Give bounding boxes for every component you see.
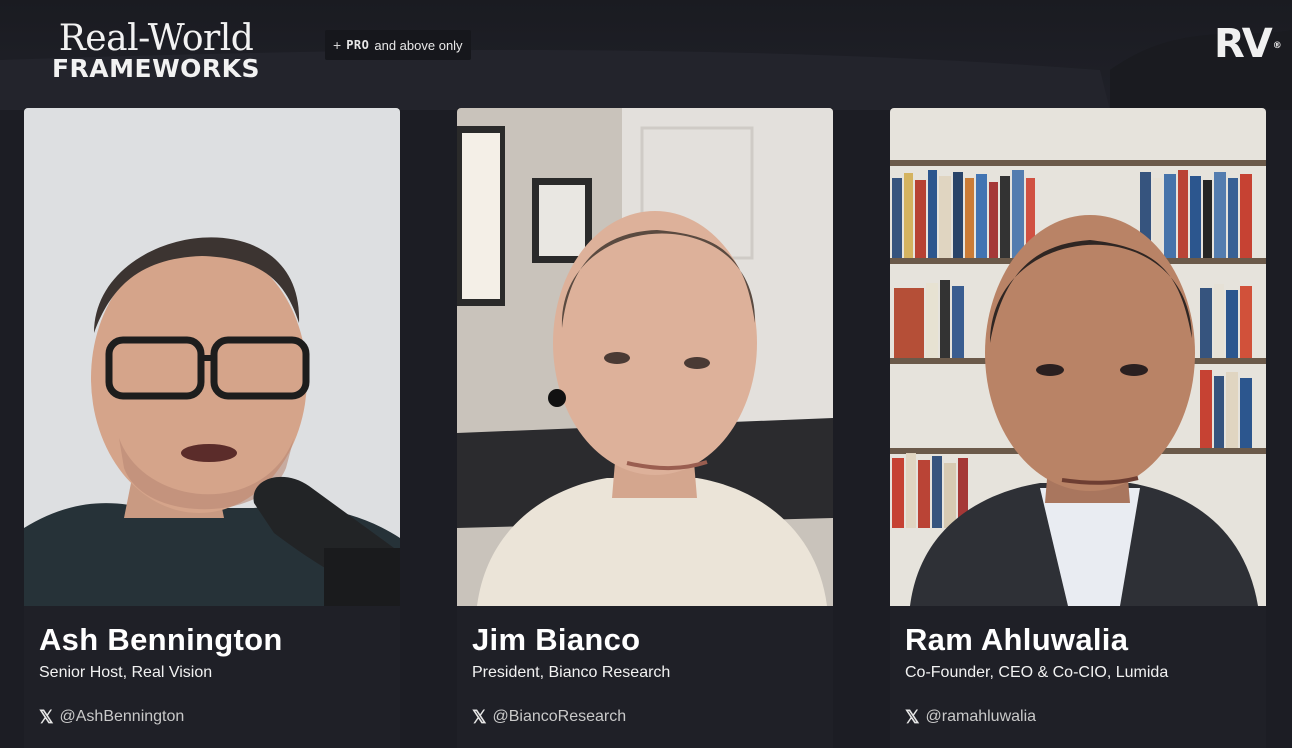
pro-badge: + PRO and above only bbox=[325, 30, 471, 60]
video-feed-ash bbox=[24, 108, 400, 606]
rv-logo-text: RV bbox=[1214, 21, 1273, 67]
rv-registered-mark: ® bbox=[1272, 41, 1282, 51]
participant-card-ash: Ash Bennington Senior Host, Real Vision … bbox=[24, 108, 400, 748]
participant-role: Co-Founder, CEO & Co-CIO, Lumida bbox=[905, 664, 1169, 681]
participant-handle-link[interactable]: 𝕏 @BiancoResearch bbox=[472, 708, 626, 726]
video-frame-jim bbox=[457, 108, 833, 606]
logo-title-line1: Real-World bbox=[58, 18, 254, 59]
participant-info-ram: Ram Ahluwalia Co-Founder, CEO & Co-CIO, … bbox=[890, 606, 1266, 748]
real-vision-logo: RV ® bbox=[1214, 21, 1282, 67]
plus-icon: + bbox=[333, 37, 342, 53]
real-world-frameworks-logo: Real-World FRAMEWORKS bbox=[16, 20, 296, 82]
participant-name: Jim Bianco bbox=[472, 622, 641, 657]
participant-handle: @AshBennington bbox=[59, 708, 185, 725]
participant-handle-link[interactable]: 𝕏 @ramahluwalia bbox=[905, 708, 1036, 726]
x-logo-icon: 𝕏 bbox=[39, 707, 54, 727]
x-logo-icon: 𝕏 bbox=[472, 707, 487, 727]
participant-card-ram: Ram Ahluwalia Co-Founder, CEO & Co-CIO, … bbox=[890, 108, 1266, 748]
video-frame-ash bbox=[24, 108, 400, 606]
pro-label: PRO bbox=[346, 38, 370, 52]
participant-role: Senior Host, Real Vision bbox=[39, 664, 213, 681]
pro-badge-text: and above only bbox=[374, 37, 463, 53]
video-frame-ram bbox=[890, 108, 1266, 606]
participant-handle: @ramahluwalia bbox=[925, 708, 1037, 725]
participant-info-jim: Jim Bianco President, Bianco Research 𝕏 … bbox=[457, 606, 833, 748]
participant-info-ash: Ash Bennington Senior Host, Real Vision … bbox=[24, 606, 400, 748]
participant-name: Ram Ahluwalia bbox=[905, 622, 1129, 657]
x-logo-icon: 𝕏 bbox=[905, 707, 920, 727]
video-feed-ram bbox=[890, 108, 1266, 606]
video-feed-jim bbox=[457, 108, 833, 606]
participant-name: Ash Bennington bbox=[39, 622, 283, 657]
participant-handle: @BiancoResearch bbox=[492, 708, 627, 725]
logo-title-line2: FRAMEWORKS bbox=[51, 54, 261, 83]
participant-card-jim: Jim Bianco President, Bianco Research 𝕏 … bbox=[457, 108, 833, 748]
participant-role: President, Bianco Research bbox=[472, 664, 671, 681]
participant-handle-link[interactable]: 𝕏 @AshBennington bbox=[39, 708, 184, 726]
